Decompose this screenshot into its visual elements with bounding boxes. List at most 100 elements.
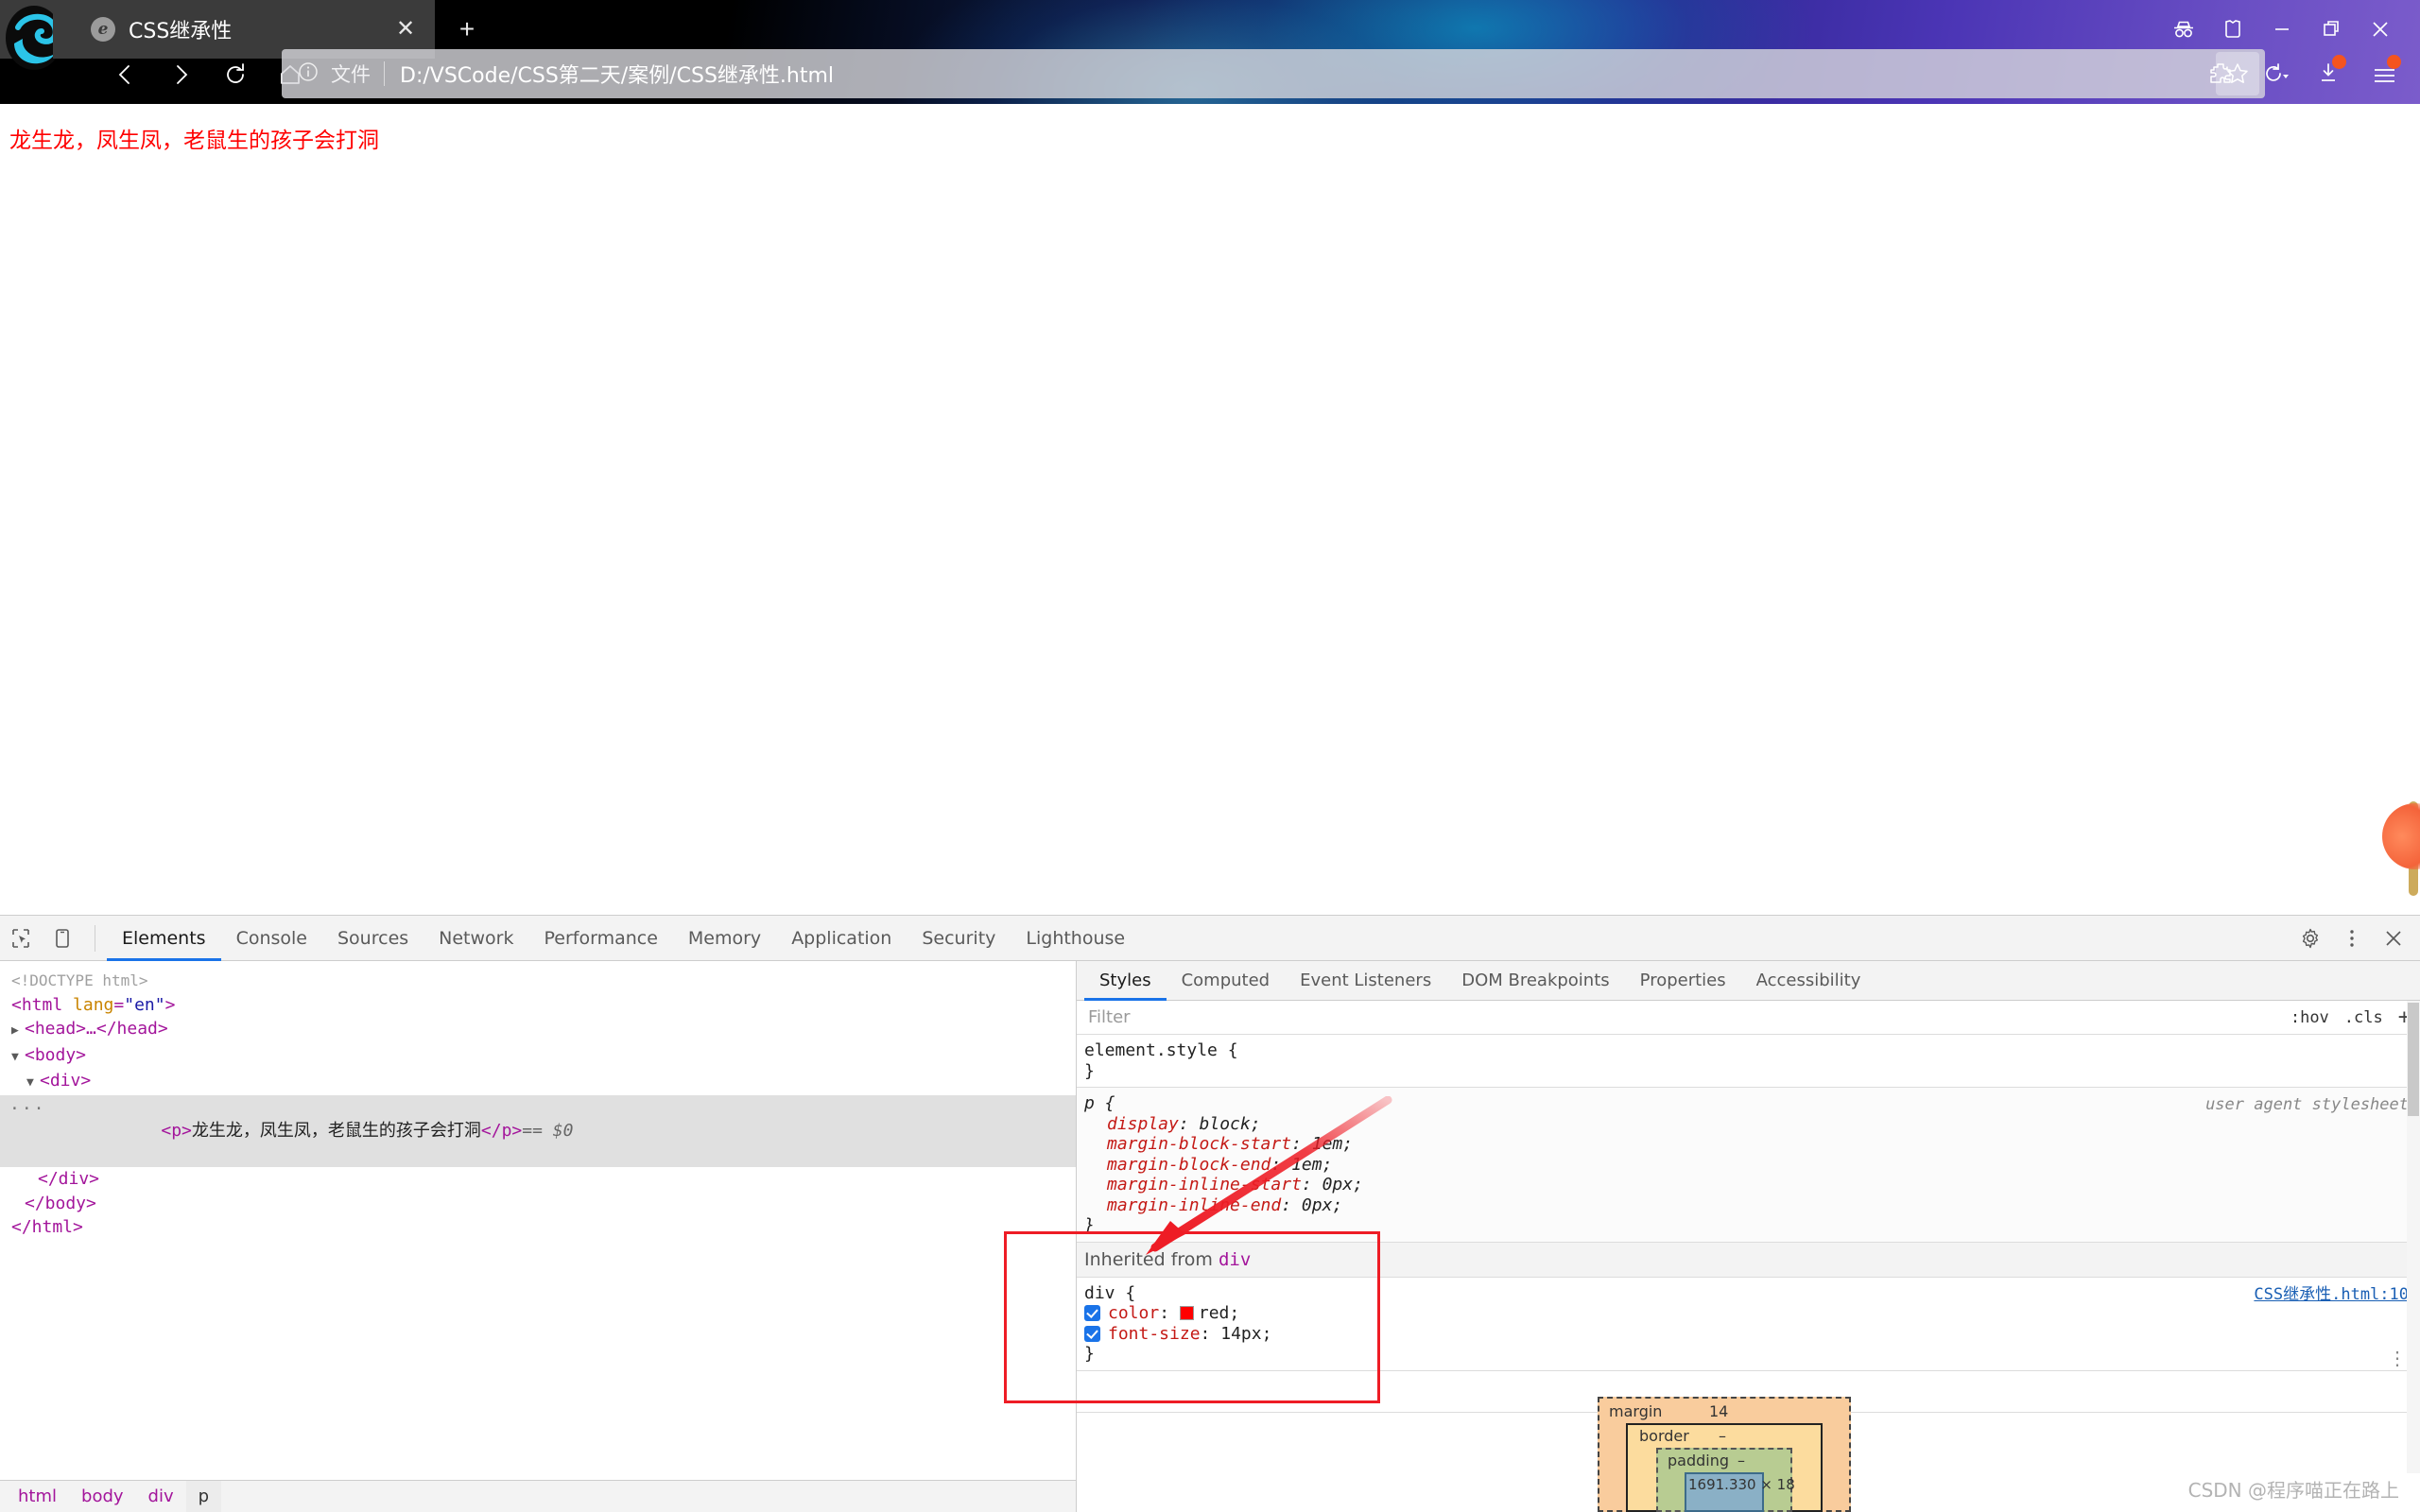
css-prop-name: font-size xyxy=(1108,1323,1201,1344)
site-info-icon[interactable] xyxy=(297,60,320,88)
dom-line-doctype[interactable]: <!DOCTYPE html> xyxy=(0,969,1076,993)
styles-filter-actions: :hov .cls + xyxy=(2290,1005,2420,1029)
css-declaration-margin-inline-end[interactable]: margin-inline-end: 0px; xyxy=(1082,1195,2420,1216)
tab-close-button[interactable]: ✕ xyxy=(392,17,419,43)
box-model-margin-label: margin xyxy=(1609,1402,1663,1420)
styles-tab-dom-breakpoints[interactable]: DOM Breakpoints xyxy=(1446,961,1624,1001)
css-prop-value: 0px; xyxy=(1301,1194,1343,1215)
reload-button[interactable] xyxy=(212,51,259,98)
settings-gear-icon[interactable] xyxy=(2290,918,2331,959)
extensions-icon[interactable] xyxy=(2195,49,2246,98)
history-icon[interactable] xyxy=(2250,49,2301,98)
css-prop-value: 1em; xyxy=(1311,1134,1354,1154)
box-model-margin-value[interactable]: 14 xyxy=(1709,1402,1728,1420)
dom-line-body-open[interactable]: ▼ <body> xyxy=(0,1043,1076,1070)
settings-badge xyxy=(2387,55,2401,69)
css-declaration-color[interactable]: color: red; xyxy=(1082,1303,2420,1324)
box-model-border-value[interactable]: – xyxy=(1719,1427,1726,1445)
dom-line-p-selected[interactable]: ··· <p>龙生龙，凤生凤，老鼠生的孩子会打洞</p>== $0 xyxy=(0,1094,1076,1167)
css-rule-close-brace: } xyxy=(1084,1344,1095,1364)
devtools-tab-console[interactable]: Console xyxy=(221,916,322,961)
css-rule-source-useragent: user agent stylesheet xyxy=(2205,1095,2409,1114)
dom-line-html-open[interactable]: <html lang="en"> xyxy=(0,993,1076,1018)
hov-toggle-button[interactable]: :hov xyxy=(2290,1008,2329,1027)
rule-more-options-icon[interactable]: ⋮ xyxy=(2388,1349,2407,1367)
more-options-icon[interactable] xyxy=(2331,918,2373,959)
device-toolbar-icon[interactable] xyxy=(42,918,83,959)
styles-tab-styles[interactable]: Styles xyxy=(1084,961,1167,1001)
css-declaration-margin-inline-start[interactable]: margin-inline-start: 0px; xyxy=(1082,1175,2420,1195)
devtools-tab-application[interactable]: Application xyxy=(776,916,907,961)
dom-line-div-open[interactable]: ▼ <div> xyxy=(0,1069,1076,1095)
styles-filter-input[interactable] xyxy=(1077,1001,2290,1034)
address-bar[interactable]: 文件 D:/VSCode/CSS第二天/案例/CSS继承性.html xyxy=(282,49,2265,98)
box-model-content-size: 1691.330 × 18 xyxy=(1688,1476,1795,1493)
breadcrumb-item-html[interactable]: html xyxy=(6,1481,69,1512)
downloads-icon[interactable] xyxy=(2305,49,2356,98)
dom-p-selection-marker: == $0 xyxy=(522,1121,574,1141)
css-declaration-display[interactable]: display: block; xyxy=(1082,1114,2420,1135)
page-scrollbar[interactable] xyxy=(2405,104,2420,915)
devtools-tab-network[interactable]: Network xyxy=(424,916,528,961)
css-rule-selector[interactable]: element.style { xyxy=(1082,1040,2420,1061)
css-prop-value: 0px; xyxy=(1322,1175,1363,1194)
inherited-from-header: Inherited from div xyxy=(1077,1242,2420,1278)
breadcrumb: html body div p xyxy=(0,1480,1076,1512)
color-swatch[interactable] xyxy=(1179,1306,1194,1320)
styles-tab-bar: Styles Computed Event Listeners DOM Brea… xyxy=(1077,961,2420,1001)
declaration-enabled-checkbox[interactable] xyxy=(1084,1325,1100,1342)
dom-line-ellipsis[interactable]: ··· xyxy=(9,1097,46,1122)
css-rule-div-inherited[interactable]: CSS继承性.html:10 div { color: red; font-si… xyxy=(1077,1278,2420,1371)
dom-line-body-close[interactable]: </body> xyxy=(0,1192,1076,1216)
css-rule-element-style[interactable]: element.style { } xyxy=(1077,1035,2420,1088)
css-prop-name: margin-block-end xyxy=(1107,1154,1271,1175)
devtools-tab-performance[interactable]: Performance xyxy=(529,916,673,961)
css-rule-source-link[interactable]: CSS继承性.html:10 xyxy=(2254,1285,2409,1306)
box-model-padding-label: padding xyxy=(1668,1452,1730,1469)
styles-tab-computed[interactable]: Computed xyxy=(1167,961,1286,1001)
dom-tree-pane: <!DOCTYPE html> <html lang="en"> ▶ <head>… xyxy=(0,961,1077,1512)
devtools-tab-elements[interactable]: Elements xyxy=(107,916,221,961)
dom-line-head[interactable]: ▶ <head>…</head> xyxy=(0,1017,1076,1043)
inherited-from-tag[interactable]: div xyxy=(1219,1249,1251,1270)
css-prop-value: 14px; xyxy=(1220,1323,1272,1344)
box-model-diagram: margin 14 border – padding – 1691.330 × … xyxy=(1598,1397,1851,1512)
settings-menu-icon[interactable] xyxy=(2360,49,2411,98)
devtools-tab-sources[interactable]: Sources xyxy=(322,916,424,961)
styles-tab-event-listeners[interactable]: Event Listeners xyxy=(1285,961,1446,1001)
css-declaration-margin-block-end[interactable]: margin-block-end: 1em; xyxy=(1082,1155,2420,1176)
dom-line-div-close[interactable]: </div> xyxy=(0,1167,1076,1192)
cls-toggle-button[interactable]: .cls xyxy=(2344,1008,2383,1027)
css-prop-name: margin-block-start xyxy=(1107,1134,1292,1154)
styles-tab-accessibility[interactable]: Accessibility xyxy=(1741,961,1876,1001)
omnibox-url-text[interactable]: D:/VSCode/CSS第二天/案例/CSS继承性.html xyxy=(400,59,834,89)
devtools-body: <!DOCTYPE html> <html lang="en"> ▶ <head>… xyxy=(0,961,2420,1512)
toolbar-right xyxy=(2195,49,2411,98)
omnibox-scheme-label: 文件 xyxy=(331,63,371,86)
dom-p-text: 龙生龙，凤生凤，老鼠生的孩子会打洞 xyxy=(191,1121,481,1141)
css-prop-name: margin-inline-end xyxy=(1107,1194,1282,1215)
breadcrumb-item-body[interactable]: body xyxy=(69,1481,136,1512)
styles-scrollbar-thumb[interactable] xyxy=(2408,1003,2419,1116)
back-button[interactable] xyxy=(102,51,149,98)
css-rule-p-useragent[interactable]: user agent stylesheet p { display: block… xyxy=(1077,1088,2420,1243)
forward-button[interactable] xyxy=(157,51,204,98)
inspect-icon[interactable] xyxy=(0,918,42,959)
devtools-tab-security[interactable]: Security xyxy=(907,916,1011,961)
breadcrumb-item-p[interactable]: p xyxy=(185,1480,222,1512)
styles-scrollbar[interactable] xyxy=(2407,1001,2420,1473)
css-rule-selector[interactable]: div { xyxy=(1082,1283,2420,1304)
styles-tab-properties[interactable]: Properties xyxy=(1625,961,1741,1001)
css-declaration-font-size[interactable]: font-size: 14px; xyxy=(1082,1324,2420,1345)
inherited-from-label: Inherited from xyxy=(1084,1248,1213,1270)
devtools-tab-lighthouse[interactable]: Lighthouse xyxy=(1011,916,1140,961)
new-tab-button[interactable]: + xyxy=(452,15,482,45)
devtools-tab-memory[interactable]: Memory xyxy=(673,916,776,961)
css-declaration-margin-block-start[interactable]: margin-block-start: 1em; xyxy=(1082,1134,2420,1155)
dom-tree: <!DOCTYPE html> <html lang="en"> ▶ <head>… xyxy=(0,961,1076,1240)
declaration-enabled-checkbox[interactable] xyxy=(1084,1305,1100,1321)
dom-line-html-close[interactable]: </html> xyxy=(0,1215,1076,1240)
box-model-padding-value[interactable]: – xyxy=(1737,1452,1745,1469)
breadcrumb-item-div[interactable]: div xyxy=(136,1481,186,1512)
close-devtools-icon[interactable] xyxy=(2373,918,2414,959)
